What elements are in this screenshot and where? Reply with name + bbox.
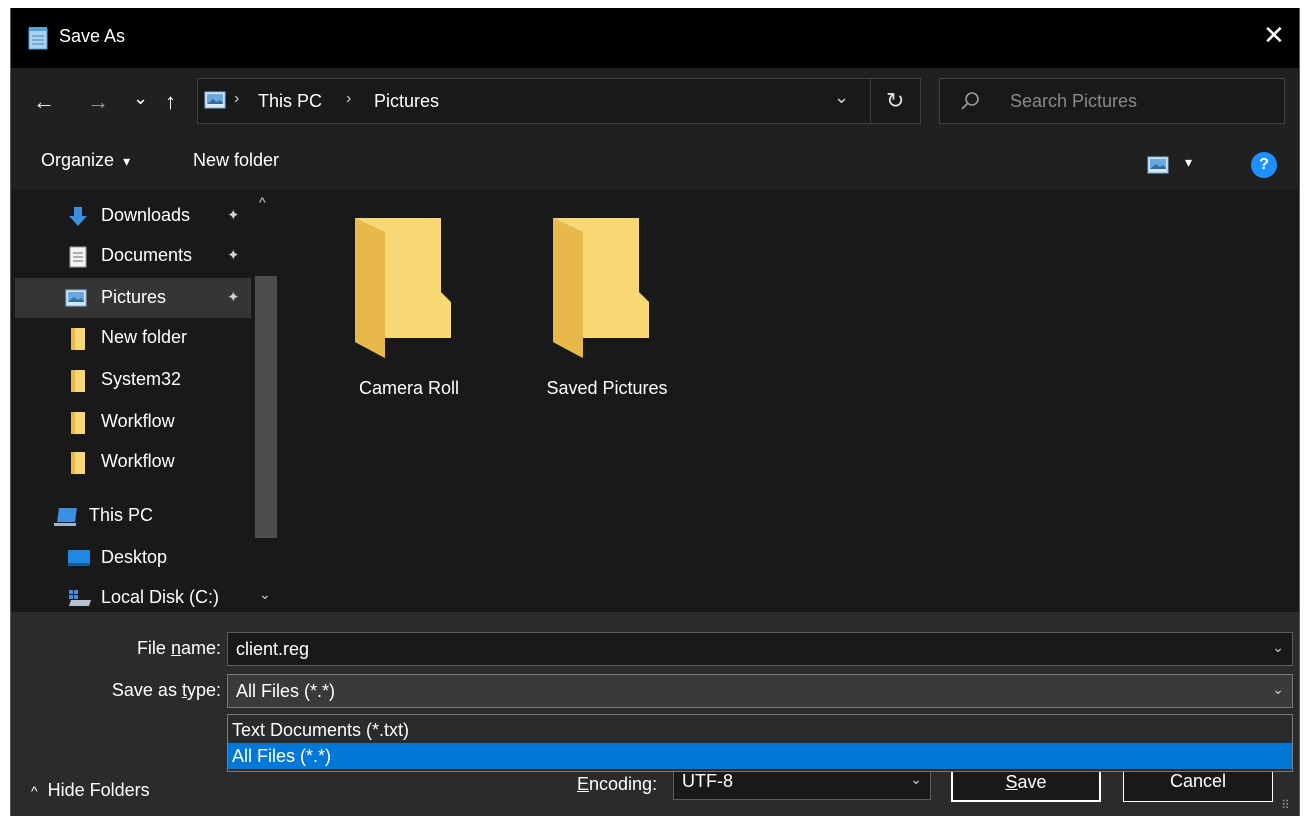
- local-disk-icon: [69, 590, 91, 606]
- folder-icon: [71, 370, 85, 392]
- breadcrumb-separator: ›: [346, 90, 352, 107]
- address-dropdown-icon[interactable]: ⌄: [834, 87, 849, 108]
- save-as-dialog: Save As ✕ ← → ⌄ ↑ › This PC › Pictures ⌄…: [10, 8, 1300, 816]
- sidebar-item-this-pc[interactable]: This PC: [15, 496, 251, 536]
- scroll-up-icon[interactable]: ^: [259, 194, 266, 210]
- sidebar-item-label: Documents: [101, 245, 193, 265]
- save-type-dropdown-list: Text Documents (*.txt) All Files (*.*): [227, 714, 1293, 772]
- folder-name: Saved Pictures: [546, 378, 668, 398]
- folder-icon: [355, 218, 451, 358]
- scroll-down-icon[interactable]: ⌄: [259, 586, 271, 603]
- dialog-title: Save As: [59, 26, 126, 46]
- sidebar-item-documents[interactable]: Documents ✦: [15, 236, 251, 276]
- breadcrumb-this-pc[interactable]: This PC: [258, 91, 322, 112]
- sidebar-item-workflow[interactable]: Workflow: [15, 402, 251, 442]
- organize-label: Organize: [41, 150, 115, 170]
- save-type-select[interactable]: All Files (*.*) ⌄: [227, 674, 1293, 708]
- folder-tile-saved-pictures[interactable]: Saved Pictures: [527, 218, 687, 408]
- search-input[interactable]: Search Pictures: [1010, 91, 1137, 112]
- new-folder-button[interactable]: New folder: [193, 150, 279, 171]
- search-box[interactable]: Search Pictures: [939, 78, 1285, 124]
- save-type-value: All Files (*.*): [236, 681, 336, 701]
- sidebar-item-label: Downloads: [101, 205, 191, 225]
- folder-icon: [71, 328, 85, 350]
- caret-down-icon: ▾: [123, 153, 131, 169]
- encoding-value: UTF-8: [682, 771, 733, 791]
- sidebar-item-label: Pictures: [101, 287, 167, 307]
- pin-icon: ✦: [227, 289, 240, 306]
- recent-locations-icon[interactable]: ⌄: [133, 86, 148, 110]
- pin-icon: ✦: [227, 207, 240, 224]
- sidebar-item-pictures[interactable]: Pictures ✦: [15, 278, 251, 318]
- dropdown-option-text-documents[interactable]: Text Documents (*.txt): [228, 717, 1292, 743]
- sidebar-item-label: Local Disk (C:): [101, 587, 220, 607]
- computer-icon: [54, 508, 77, 526]
- sidebar-item-label: New folder: [101, 327, 188, 347]
- folder-icon: [71, 412, 85, 434]
- file-name-label: File name:: [136, 638, 221, 658]
- command-bar: Organize ▾ New folder ▾ ?: [11, 140, 1299, 190]
- up-arrow-icon[interactable]: ↑: [165, 90, 176, 114]
- encoding-label: Encoding:: [577, 774, 658, 794]
- back-arrow-icon[interactable]: ←: [33, 90, 55, 114]
- sidebar-item-label: This PC: [89, 505, 154, 525]
- file-name-field[interactable]: client.reg ⌄: [227, 632, 1293, 666]
- sidebar-scrollbar-thumb[interactable]: [255, 276, 277, 538]
- change-view-icon[interactable]: [1147, 156, 1169, 174]
- pin-icon: ✦: [227, 247, 240, 264]
- address-divider: [870, 79, 871, 123]
- sidebar-item-desktop[interactable]: Desktop: [15, 538, 251, 578]
- folder-icon: [71, 452, 85, 474]
- sidebar-item-downloads[interactable]: Downloads ✦: [15, 196, 251, 236]
- resize-grip-icon[interactable]: ⠿: [1281, 798, 1290, 812]
- sidebar-item-system32[interactable]: System32: [15, 360, 251, 400]
- file-name-value: client.reg: [236, 639, 310, 659]
- search-icon: [961, 92, 979, 110]
- navigation-pane: Downloads ✦ Documents ✦ Pictures ✦ New f…: [11, 190, 281, 612]
- help-icon[interactable]: ?: [1251, 152, 1277, 178]
- breadcrumb-pictures[interactable]: Pictures: [374, 91, 439, 112]
- dropdown-option-all-files[interactable]: All Files (*.*): [228, 743, 1292, 769]
- sidebar-item-label: Workflow: [101, 411, 175, 431]
- chevron-down-icon[interactable]: ⌄: [910, 771, 922, 788]
- sidebar-item-new-folder[interactable]: New folder: [15, 318, 251, 358]
- download-arrow-icon: [69, 207, 87, 226]
- pictures-icon: [65, 289, 87, 307]
- hide-folders-button[interactable]: ^ Hide Folders: [31, 780, 150, 801]
- navigation-bar: ← → ⌄ ↑ › This PC › Pictures ⌄ ↻ Search …: [11, 68, 1299, 140]
- breadcrumb-separator: ›: [234, 90, 240, 107]
- organize-button[interactable]: Organize ▾: [41, 150, 130, 171]
- sidebar-item-label: Workflow: [101, 451, 175, 471]
- address-bar[interactable]: › This PC › Pictures ⌄ ↻: [197, 78, 921, 124]
- sidebar-item-workflow-2[interactable]: Workflow: [15, 442, 251, 482]
- hide-folders-label: Hide Folders: [47, 780, 150, 800]
- save-type-label: Save as type:: [111, 680, 221, 700]
- chevron-down-icon[interactable]: ⌄: [1272, 639, 1284, 656]
- folder-name: Camera Roll: [358, 378, 460, 398]
- view-options-caret-icon[interactable]: ▾: [1185, 154, 1192, 171]
- title-bar: Save As ✕: [11, 8, 1299, 68]
- sidebar-item-label: System32: [101, 369, 182, 389]
- notepad-icon: [28, 27, 48, 50]
- pictures-icon: [204, 91, 226, 109]
- folder-icon: [553, 218, 649, 358]
- folder-tile-camera-roll[interactable]: Camera Roll: [329, 218, 489, 408]
- chevron-down-icon[interactable]: ⌄: [1272, 681, 1284, 698]
- document-icon: [69, 246, 87, 268]
- folder-view: Camera Roll Saved Pictures: [281, 190, 1299, 612]
- close-icon[interactable]: ✕: [1263, 22, 1285, 48]
- desktop-icon: [68, 550, 90, 566]
- refresh-icon[interactable]: ↻: [886, 88, 904, 114]
- sidebar-item-label: Desktop: [101, 547, 168, 567]
- forward-arrow-icon[interactable]: →: [87, 90, 109, 114]
- chevron-up-icon: ^: [31, 783, 38, 799]
